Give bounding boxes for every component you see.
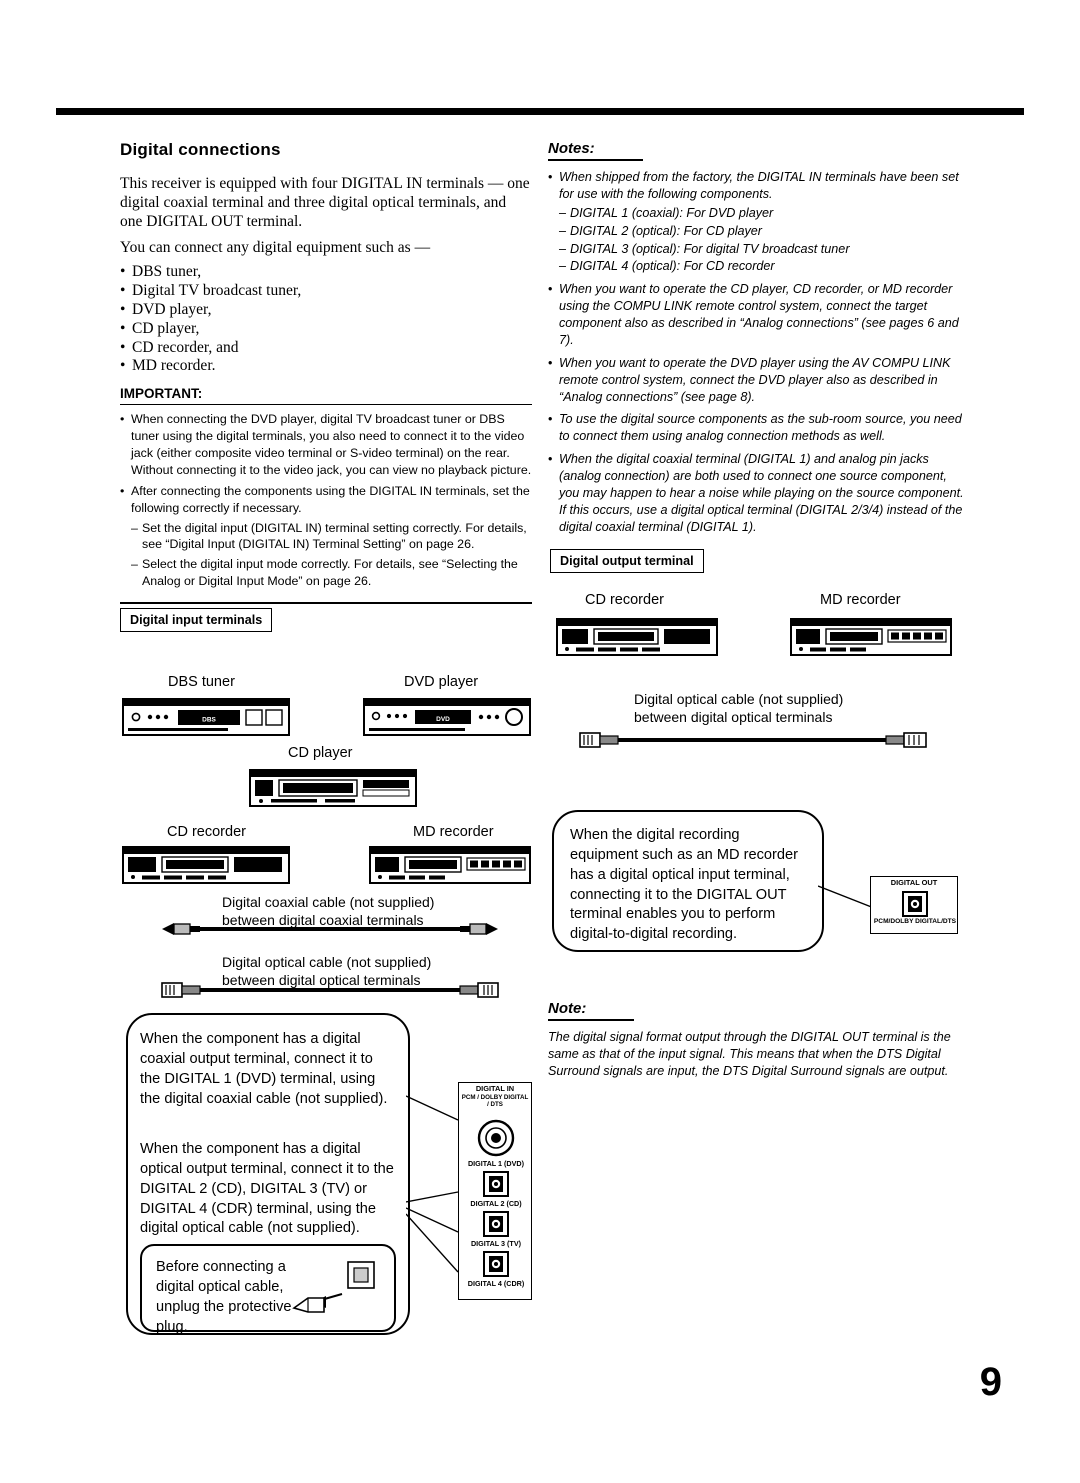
list-item: Set the digital input (DIGITAL IN) termi…: [131, 520, 532, 553]
balloon-leader-lines: [406, 1095, 459, 1273]
list-item: DIGITAL 4 (optical): For CD recorder: [559, 258, 968, 275]
list-item: After connecting the components using th…: [120, 483, 532, 589]
balloon-coaxial-text: When the component has a digital coaxial…: [140, 1031, 388, 1107]
list-item: CD player,: [120, 320, 532, 339]
device-md-recorder-left: [369, 846, 531, 884]
terminal-label-digital3: DIGITAL 3 (TV): [470, 1239, 522, 1248]
digital-in-subtitle-1: PCM / DOLBY DIGITAL: [461, 1093, 529, 1101]
coaxial-jack-icon: [477, 1119, 515, 1157]
device-dvd-player: DVD: [363, 698, 531, 736]
list-item: DIGITAL 1 (coaxial): For DVD player: [559, 205, 968, 222]
list-item: When connecting the DVD player, digital …: [120, 411, 532, 478]
list-item-text: After connecting the components using th…: [131, 484, 530, 515]
label-md-recorder-right: MD recorder: [820, 592, 901, 608]
label-cd-recorder-right: CD recorder: [585, 592, 664, 608]
optical-cable-graphic-right: [579, 732, 927, 748]
terminal-label-digital2: DIGITAL 2 (CD): [470, 1199, 522, 1208]
note-item: When you want to operate the DVD player …: [548, 355, 968, 406]
label-cd-recorder-left: CD recorder: [167, 824, 246, 840]
important-divider: [120, 404, 532, 406]
digital-output-terminal-heading: Digital output terminal: [550, 549, 704, 573]
digital-out-panel: DIGITAL OUT PCM/DOLBY DIGITAL/DTS: [870, 876, 958, 934]
note-heading: Note:: [548, 1000, 635, 1021]
note-item: When the digital coaxial terminal (DIGIT…: [548, 451, 968, 535]
terminal-label-digital1: DIGITAL 1 (DVD): [467, 1159, 525, 1168]
terminal-label-digital4: DIGITAL 4 (CDR): [467, 1279, 525, 1288]
coaxial-cable-graphic: [162, 923, 498, 935]
list-item: DBS tuner,: [120, 263, 532, 282]
optical-jack-icon-out: [902, 891, 928, 917]
list-item: CD recorder, and: [120, 339, 532, 358]
important-heading: IMPORTANT:: [120, 386, 203, 402]
note-sublist: DIGITAL 1 (coaxial): For DVD player DIGI…: [559, 205, 968, 276]
right-balloon: When the digital recording equipment suc…: [552, 810, 824, 952]
optical-jack-icon-2: [483, 1171, 509, 1197]
notes-list: When shipped from the factory, the DIGIT…: [548, 169, 968, 536]
digital-out-title: DIGITAL OUT: [890, 878, 938, 887]
device-md-recorder-right: [790, 618, 952, 656]
device-cd-player: [249, 769, 417, 807]
page-title: Digital connections: [120, 140, 281, 159]
notes-heading: Notes:: [548, 140, 643, 161]
manual-page: Digital connections This receiver is equ…: [0, 0, 1080, 1483]
page-number: 9: [979, 1360, 1002, 1404]
device-cd-recorder-right: [556, 618, 718, 656]
optical-cable-label-left-line1: Digital optical cable (not supplied): [222, 954, 432, 970]
list-item: DIGITAL 3 (optical): For digital TV broa…: [559, 241, 968, 258]
digital-out-label: PCM/DOLBY DIGITAL/DTS: [873, 918, 957, 925]
svg-text:DVD: DVD: [436, 716, 450, 723]
important-list: When connecting the DVD player, digital …: [120, 411, 532, 589]
note-item: When shipped from the factory, the DIGIT…: [548, 169, 968, 275]
label-cd-player: CD player: [288, 745, 353, 761]
right-column: Notes: When shipped from the factory, th…: [548, 140, 968, 542]
optical-cable-graphic-left: [161, 982, 499, 998]
note-block: Note: The digital signal format output t…: [548, 1000, 968, 1080]
label-dbs-tuner: DBS tuner: [168, 674, 235, 690]
note-text: When shipped from the factory, the DIGIT…: [559, 170, 959, 201]
optical-cable-label-right: Digital optical cable (not supplied) bet…: [634, 690, 843, 726]
optical-jack-icon-3: [483, 1211, 509, 1237]
intro-paragraph-2: You can connect any digital equipment su…: [120, 238, 431, 256]
important-sublist: Set the digital input (DIGITAL IN) termi…: [131, 520, 532, 590]
label-md-recorder-left: MD recorder: [413, 824, 494, 840]
list-item: DIGITAL 2 (optical): For CD player: [559, 223, 968, 240]
right-balloon-text: When the digital recording equipment suc…: [570, 827, 798, 943]
device-dbs-tuner: DBS: [122, 698, 290, 736]
note-item: To use the digital source components as …: [548, 411, 968, 445]
balloon-optical-text: When the component has a digital optical…: [140, 1141, 394, 1237]
label-dvd-player: DVD player: [404, 674, 479, 690]
header-rule: [56, 108, 1024, 115]
digital-input-terminals-heading: Digital input terminals: [120, 607, 273, 632]
coax-cable-label-line1: Digital coaxial cable (not supplied): [222, 894, 435, 910]
digital-in-panel: DIGITAL IN PCM / DOLBY DIGITAL / DTS DIG…: [458, 1082, 532, 1300]
optical-jack-icon-4: [483, 1251, 509, 1277]
note-item: When you want to operate the CD player, …: [548, 281, 968, 349]
list-item: DVD player,: [120, 301, 532, 320]
list-item: Digital TV broadcast tuner,: [120, 282, 532, 301]
list-item: Select the digital input mode correctly.…: [131, 556, 532, 589]
optical-cable-label-right-line2: between digital optical terminals: [634, 709, 833, 726]
svg-text:DBS: DBS: [202, 717, 216, 724]
section-divider: [120, 601, 532, 604]
optical-cable-label-right-line1: Digital optical cable (not supplied): [634, 691, 844, 707]
digital-in-title: DIGITAL IN: [475, 1084, 515, 1093]
note-body: The digital signal format output through…: [548, 1030, 951, 1078]
device-cd-recorder-left: [122, 846, 290, 884]
digital-in-subtitle-2: / DTS: [487, 1100, 503, 1108]
intro-paragraph-1: This receiver is equipped with four DIGI…: [120, 175, 530, 231]
protective-plug-graphic: [292, 1261, 375, 1313]
left-column: Digital connections This receiver is equ…: [120, 140, 532, 632]
equipment-list: DBS tuner, Digital TV broadcast tuner, D…: [120, 263, 532, 376]
list-item: MD recorder.: [120, 357, 532, 376]
